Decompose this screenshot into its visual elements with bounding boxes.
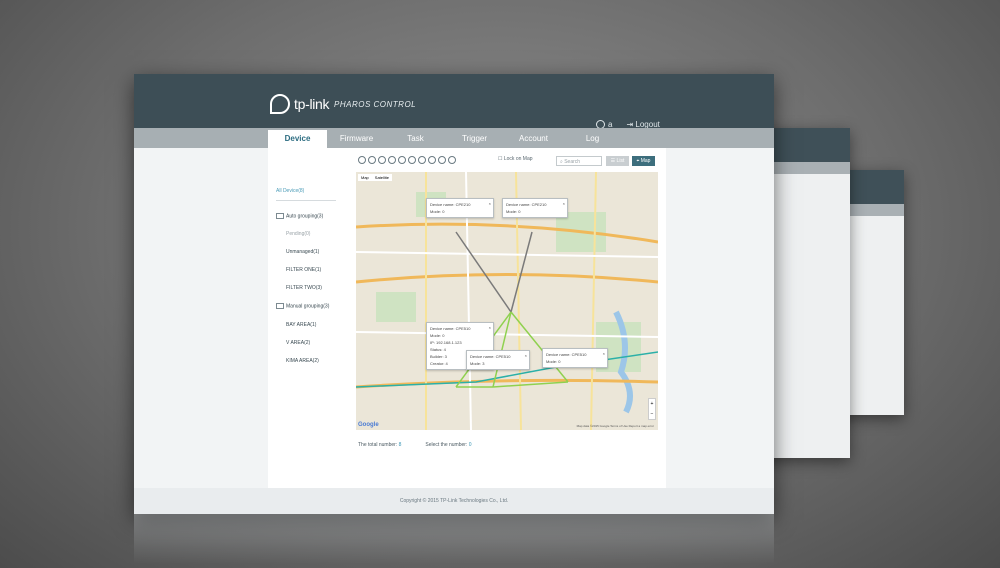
map-attribution: Map data ©2015 Google Terms of Use Repor… [576, 424, 654, 428]
select-label: Select the number: [425, 442, 468, 448]
zoom-out-icon[interactable] [368, 156, 376, 164]
tab-trigger[interactable]: Trigger [445, 130, 504, 148]
tab-device[interactable]: Device [268, 130, 327, 148]
device-map[interactable]: Map Satellite × Device name: CPE210 Mode… [356, 172, 658, 430]
map-zoom-control[interactable]: + − [648, 398, 656, 420]
map-toolbar [358, 156, 456, 164]
lock-on-map-toggle[interactable]: ☐ Lock on Map [498, 156, 533, 162]
map-view-button[interactable]: ⌖ Map [632, 156, 655, 166]
content-panel: All Device(8) Auto grouping(3) Pending(0… [268, 148, 666, 488]
tree-label: Auto grouping(3) [286, 213, 324, 220]
product-name: PHAROS CONTROL [334, 100, 417, 109]
device-popup: × Device name: CPE510 Mode: 3 [466, 350, 530, 370]
selected-count: Select the number: 0 [425, 442, 471, 448]
popup-line: Mode: 0 [430, 333, 445, 338]
folder-icon [276, 303, 284, 310]
device-popup: × Device name: CPE210 Mode: 0 [426, 198, 494, 218]
brand-logo: tp-link [270, 94, 330, 114]
popup-line: Mode: 3 [470, 361, 485, 366]
tree-auto-grouping[interactable]: Auto grouping(3) [276, 213, 356, 219]
zoom-in-icon[interactable] [358, 156, 366, 164]
selection-summary: The total number: 8 Select the number: 0 [358, 442, 472, 448]
map-type-map[interactable]: Map [358, 174, 372, 181]
tree-v-area[interactable]: V AREA(2) [276, 340, 356, 346]
copyright-footer: Copyright © 2015 TP-Link Technologies Co… [134, 488, 774, 514]
lock-label: Lock on Map [503, 156, 533, 162]
tree-filter-one[interactable]: FILTER ONE(1) [276, 267, 356, 273]
popup-line: Mode: 0 [546, 359, 561, 364]
popup-line: Device name: CPE210 [430, 202, 471, 207]
popup-line: Mode: 0 [430, 209, 445, 214]
map-type-switch: Map Satellite [358, 174, 393, 181]
edit-icon[interactable] [388, 156, 396, 164]
popup-line: Device name: CPE510 [430, 326, 471, 331]
delete-icon[interactable] [398, 156, 406, 164]
tree-unmanaged[interactable]: Unmanaged(1) [276, 249, 356, 255]
refresh-icon[interactable] [418, 156, 426, 164]
remove-icon[interactable] [448, 156, 456, 164]
list-label: List [616, 158, 625, 164]
popup-line: Device name: CPE210 [506, 202, 547, 207]
close-icon[interactable]: × [563, 200, 565, 207]
list-view-button[interactable]: ☰ List [606, 156, 629, 166]
device-group-tree: All Device(8) Auto grouping(3) Pending(0… [276, 188, 356, 376]
close-icon[interactable]: × [489, 324, 491, 331]
total-label: The total number: [358, 442, 398, 448]
popup-line: Device name: CPE510 [470, 354, 511, 359]
map-type-satellite[interactable]: Satellite [372, 174, 392, 181]
close-icon[interactable]: × [603, 350, 605, 357]
total-value: 8 [398, 442, 402, 448]
popup-line: IP: 192.168.1.123 [430, 340, 462, 345]
tab-account[interactable]: Account [504, 130, 563, 148]
screen-reflection [134, 514, 774, 564]
map-label: Map [640, 158, 651, 164]
tree-manual-grouping[interactable]: Manual grouping(3) [276, 303, 356, 310]
popup-line: Device name: CPE510 [546, 352, 587, 357]
brand-name: tp-link [294, 96, 330, 112]
tree-pending[interactable]: Pending(0) [276, 231, 356, 237]
close-icon[interactable]: × [525, 352, 527, 359]
divider [276, 200, 336, 201]
tab-log[interactable]: Log [563, 130, 622, 148]
search-placeholder: Search [564, 159, 581, 165]
popup-line: Mode: 0 [506, 209, 521, 214]
settings-icon[interactable] [428, 156, 436, 164]
google-logo: Google [358, 422, 379, 428]
device-popup: × Device name: CPE510 Mode: 0 [542, 348, 608, 368]
folder-icon [276, 213, 284, 219]
select-value: 0 [468, 442, 472, 448]
main-tabs: Device Firmware Task Trigger Account Log [268, 130, 622, 148]
tab-firmware[interactable]: Firmware [327, 130, 386, 148]
tree-filter-two[interactable]: FILTER TWO(3) [276, 285, 356, 291]
total-count: The total number: 8 [358, 442, 401, 448]
add-icon[interactable] [378, 156, 386, 164]
tp-link-logo-icon [270, 94, 290, 114]
top-bar: tp-link PHAROS CONTROL a ⇥ Logout [134, 74, 774, 130]
tree-bay-area[interactable]: BAY AREA(1) [276, 322, 356, 328]
tree-all-devices[interactable]: All Device(8) [276, 188, 356, 194]
main-window: tp-link PHAROS CONTROL a ⇥ Logout Device… [134, 74, 774, 514]
tree-kima-area[interactable]: KIMA AREA(2) [276, 358, 356, 364]
close-icon[interactable]: × [489, 200, 491, 207]
info-icon[interactable] [408, 156, 416, 164]
search-input[interactable]: ⌕ Search [556, 156, 602, 166]
device-popup: × Device name: CPE210 Mode: 0 [502, 198, 568, 218]
tab-task[interactable]: Task [386, 130, 445, 148]
link-icon[interactable] [438, 156, 446, 164]
tree-label: Manual grouping(3) [286, 303, 330, 310]
